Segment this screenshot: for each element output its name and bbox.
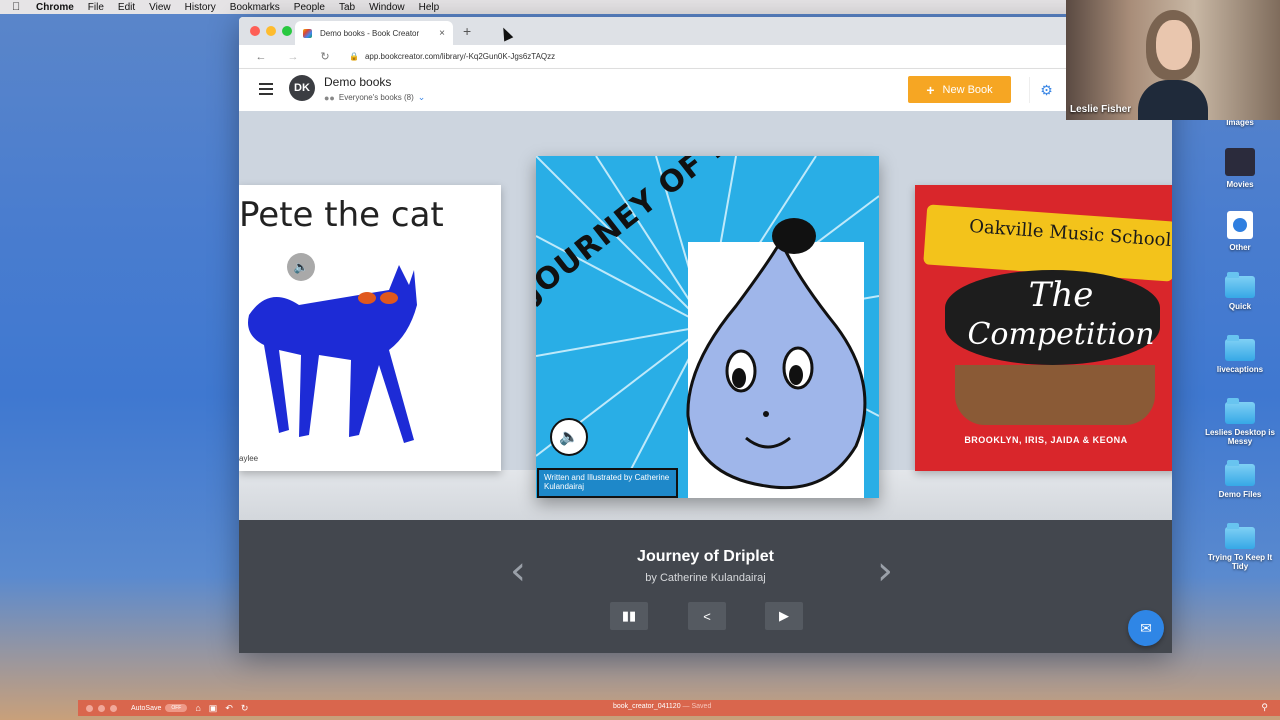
audio-speaker-icon[interactable]: 🔈 — [550, 418, 588, 456]
close-tab-icon[interactable]: × — [439, 28, 445, 39]
avatar[interactable]: DK — [289, 75, 315, 101]
basket-illustration — [955, 365, 1155, 425]
window-controls — [86, 704, 117, 712]
menu-chrome[interactable]: Chrome — [36, 2, 74, 13]
menu-history[interactable]: History — [185, 2, 216, 13]
tab-title: Demo books - Book Creator — [320, 28, 420, 38]
menu-icon[interactable] — [259, 83, 273, 98]
desktop-item-label: livecaptions — [1216, 365, 1264, 374]
book-author-fragment: aylee — [239, 454, 259, 463]
save-icon[interactable]: ▣ — [209, 703, 218, 714]
library-filter-dropdown[interactable]: ●● Everyone's books (8) ⌄ — [324, 92, 425, 103]
book-cover-pete-the-cat[interactable]: Pete the cat 🔈 aylee — [239, 185, 501, 471]
redo-icon[interactable]: ↻ — [241, 703, 249, 714]
share-icon[interactable]: < — [688, 602, 726, 630]
document-status: — Saved — [682, 703, 712, 710]
presenter-name: Leslie Fisher — [1070, 104, 1132, 115]
desktop-item-label: Leslies Desktop is Messy — [1205, 428, 1275, 446]
desktop-item-trying-tidy[interactable]: Trying To Keep It Tidy — [1200, 523, 1280, 571]
folder-icon — [1225, 272, 1255, 298]
bookshelf: Pete the cat 🔈 aylee JOURNEY OF DRIPLET … — [239, 111, 1172, 520]
minimize-window-icon[interactable] — [266, 26, 276, 36]
document-window-titlebar: AutoSave OFF ⌂ ▣ ↶ ↻ book_creator_041120… — [78, 700, 1280, 716]
folder-icon — [1225, 398, 1255, 424]
cover-title-line2: Competition — [967, 317, 1155, 352]
browser-toolbar: ← → ↻ 🔒 app.bookcreator.com/library/-Kq2… — [239, 45, 1172, 69]
new-book-button[interactable]: + New Book — [908, 76, 1011, 103]
selected-book-title: Journey of Driplet — [637, 548, 774, 565]
chevron-down-icon: ⌄ — [417, 92, 426, 102]
menu-view[interactable]: View — [149, 2, 171, 13]
desktop-item-other[interactable]: Other — [1200, 211, 1280, 252]
desktop-item-label: Other — [1229, 243, 1251, 252]
desktop-item-leslies-desktop[interactable]: Leslies Desktop is Messy — [1200, 398, 1280, 446]
menu-help[interactable]: Help — [419, 2, 440, 13]
autosave-label: AutoSave — [131, 704, 162, 712]
safari-file-icon — [1227, 211, 1253, 239]
document-title: book_creator_041120 — Saved — [613, 703, 711, 710]
menu-bookmarks[interactable]: Bookmarks — [230, 2, 280, 13]
lock-icon[interactable]: 🔒 — [349, 52, 359, 61]
book-info-bar: ‹ › Journey of Driplet by Catherine Kula… — [239, 520, 1172, 653]
desktop-item-movies[interactable]: Movies — [1200, 148, 1280, 189]
apple-icon[interactable]:  — [12, 1, 24, 13]
presenter-video — [1138, 10, 1208, 120]
water-drop-illustration — [686, 218, 867, 490]
chat-support-icon[interactable]: ✉ — [1128, 610, 1164, 646]
selected-book-author: by Catherine Kulandairaj — [645, 572, 766, 584]
desktop-item-demo-files[interactable]: Demo Files — [1200, 460, 1280, 499]
desktop-item-label: Quick — [1228, 302, 1252, 311]
desktop-item-quick[interactable]: Quick — [1200, 272, 1280, 311]
desktop-item-label: Trying To Keep It Tidy — [1207, 553, 1273, 571]
reload-icon[interactable]: ↻ — [315, 50, 335, 63]
folder-icon — [1225, 335, 1255, 361]
menu-file[interactable]: File — [88, 2, 104, 13]
close-window-icon[interactable] — [250, 26, 260, 36]
window-controls — [250, 26, 292, 36]
plus-icon: + — [926, 81, 935, 98]
new-tab-button[interactable]: + — [463, 23, 471, 39]
home-icon[interactable]: ⌂ — [195, 703, 200, 713]
menu-window[interactable]: Window — [369, 2, 405, 13]
undo-icon[interactable]: ↶ — [225, 703, 233, 714]
address-bar[interactable]: app.bookcreator.com/library/-Kq2Gun0K-Jg… — [365, 52, 555, 61]
autosave-toggle[interactable]: OFF — [165, 704, 188, 712]
library-title: Demo books — [324, 75, 392, 89]
settings-gear-icon[interactable]: ⚙ — [1029, 77, 1063, 103]
app-header: DK Demo books ●● Everyone's books (8) ⌄ … — [239, 69, 1172, 111]
browser-window: Demo books - Book Creator × + ← → ↻ 🔒 ap… — [239, 17, 1172, 653]
document-name: book_creator_041120 — [613, 703, 681, 710]
cover-byline: Written and Illustrated by Catherine Kul… — [537, 468, 678, 498]
new-book-label: New Book — [942, 83, 993, 96]
menu-people[interactable]: People — [294, 2, 325, 13]
cover-authors: BROOKLYN, IRIS, JAIDA & KEONA — [964, 435, 1128, 445]
desktop-item-livecaptions[interactable]: livecaptions — [1200, 335, 1280, 374]
webcam-overlay: Leslie Fisher — [1066, 0, 1280, 120]
browser-tab[interactable]: Demo books - Book Creator × — [295, 21, 453, 45]
book-creator-favicon-icon — [303, 28, 312, 38]
tab-strip: Demo books - Book Creator × + — [239, 17, 1172, 45]
movies-thumbnail-icon — [1225, 148, 1255, 176]
folder-icon — [1225, 460, 1255, 486]
back-icon[interactable]: ← — [251, 51, 271, 63]
library-subtitle: Everyone's books (8) — [338, 93, 414, 102]
folder-icon — [1225, 523, 1255, 549]
desktop-item-label: Demo Files — [1218, 490, 1262, 499]
people-icon: ●● — [324, 92, 335, 103]
search-icon[interactable]: ⚲ — [1261, 702, 1268, 713]
cover-title-line1: The — [1028, 275, 1094, 315]
menu-edit[interactable]: Edit — [118, 2, 135, 13]
play-icon[interactable]: ▶ — [765, 602, 803, 630]
menu-tab[interactable]: Tab — [339, 2, 355, 13]
book-cover-the-competition[interactable]: Oakville Music School The Competition BR… — [915, 185, 1172, 471]
forward-icon[interactable]: → — [283, 51, 303, 63]
zoom-window-icon[interactable] — [282, 26, 292, 36]
library-books-icon[interactable]: ▮▮ — [610, 602, 648, 630]
book-cover-journey-of-driplet[interactable]: JOURNEY OF DRIPLET 🔈 Written and Illustr… — [536, 156, 879, 498]
desktop-item-label: Movies — [1226, 180, 1254, 189]
cat-illustration — [248, 265, 417, 443]
